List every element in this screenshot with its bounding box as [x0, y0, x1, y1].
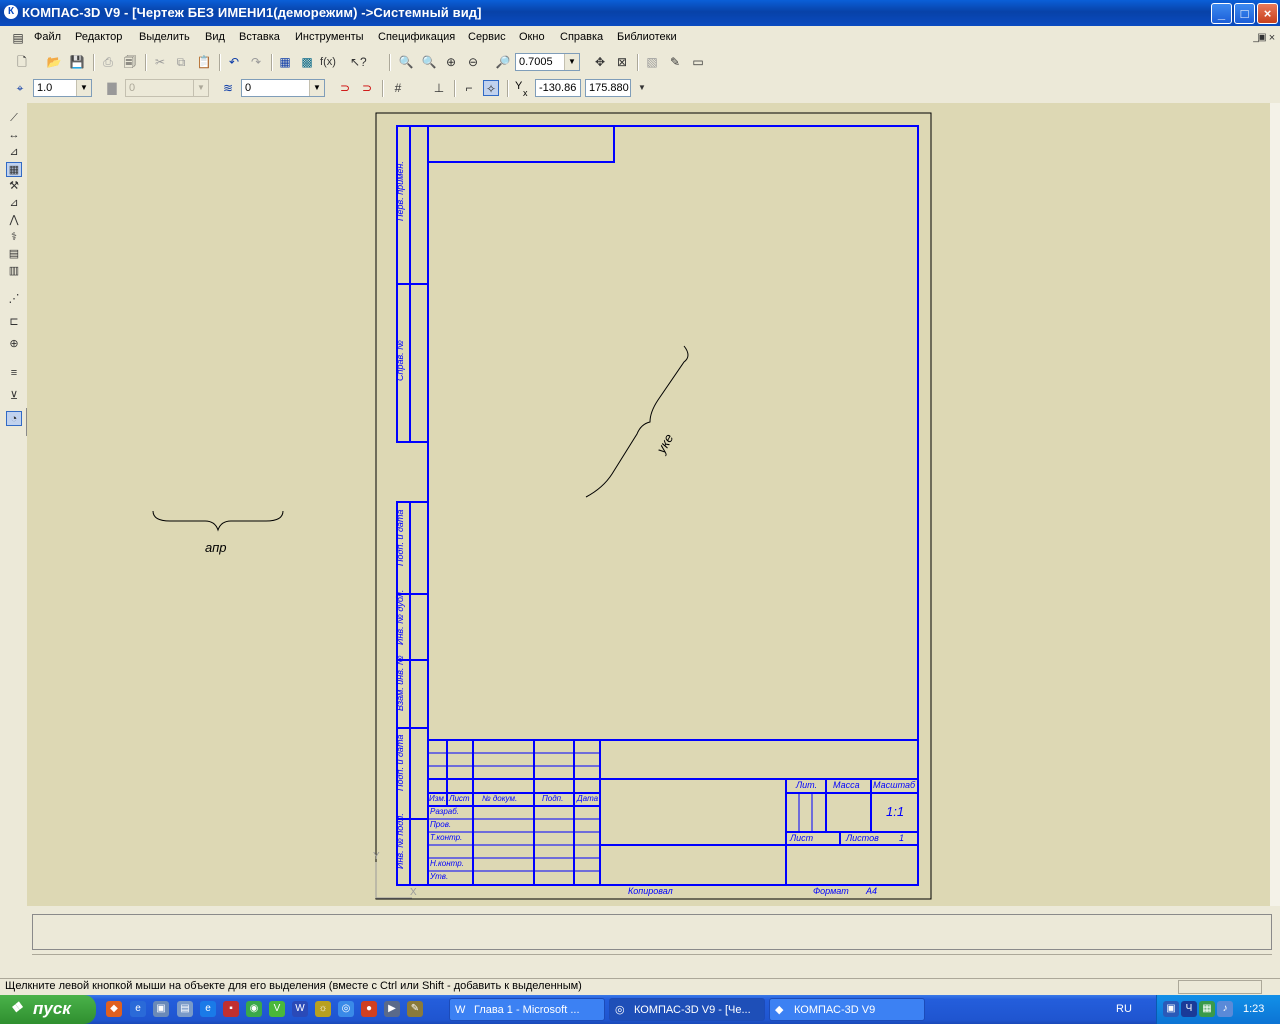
- kompas-book-icon: ◆: [775, 1004, 784, 1016]
- properties-field[interactable]: [32, 914, 1272, 950]
- axis-x-label: X: [410, 887, 417, 898]
- quicklaunch-explorer-icon[interactable]: ▣: [153, 1001, 169, 1017]
- tb-sheet: Лист: [790, 833, 814, 843]
- annotation-brace[interactable]: апр: [205, 540, 226, 555]
- tray-speaker-icon[interactable]: ♪: [1217, 1001, 1233, 1017]
- tray-keyboard-icon[interactable]: Ч: [1181, 1001, 1197, 1017]
- tb-sheets-value: 1: [899, 833, 905, 843]
- task-word[interactable]: W Глава 1 - Microsoft ...: [449, 998, 605, 1021]
- label-format: Формат: [813, 886, 849, 896]
- tb-nkontr: Н.контр.: [430, 859, 464, 868]
- tb-lit: Лит.: [796, 780, 818, 790]
- quicklaunch-sun-icon[interactable]: ☼: [315, 1001, 331, 1017]
- tray-network-icon[interactable]: ▣: [1163, 1001, 1179, 1017]
- tb-sheets: Листов: [846, 833, 879, 843]
- drawing-frame: [427, 125, 919, 886]
- system-tray: ▣ Ч ▦ ♪ 1:23: [1156, 995, 1280, 1024]
- tb-prov: Пров.: [430, 820, 452, 829]
- tb-podp: Подп.: [542, 794, 564, 803]
- tb-razrab: Разраб.: [430, 807, 459, 816]
- tb-masshtab: Масштаб: [873, 780, 916, 790]
- tb-massa: Масса: [833, 780, 860, 790]
- label-kopiroval: Копировал: [628, 886, 673, 896]
- task-kompas-label: КОМПАС-3D V9: [794, 1004, 876, 1016]
- label-podp-data-2: Подп. и дата: [395, 735, 411, 791]
- start-button[interactable]: ❖ пуск: [0, 995, 96, 1024]
- language-indicator[interactable]: RU: [1116, 1003, 1132, 1015]
- quicklaunch-browser-icon[interactable]: e: [200, 1001, 216, 1017]
- tb-tkontr: Т.контр.: [430, 833, 463, 842]
- tb-data: Дата: [577, 794, 599, 803]
- label-format-value: A4: [866, 886, 878, 896]
- tb-utv: Утв.: [430, 872, 449, 881]
- kompas-icon: ◎: [615, 1004, 625, 1016]
- tb-izm: Изм.: [429, 794, 447, 803]
- label-inv-podl: Инв. № подл.: [395, 813, 411, 869]
- status-text: Щелкните левой кнопкой мыши на объекте д…: [5, 980, 582, 992]
- task-word-label: Глава 1 - Microsoft ...: [474, 1004, 580, 1016]
- horizontal-brace: [152, 510, 284, 532]
- tray-monitor-icon[interactable]: ▦: [1199, 1001, 1215, 1017]
- panel-divider: [32, 954, 1272, 973]
- quicklaunch-media-icon[interactable]: ▶: [384, 1001, 400, 1017]
- start-label: пуск: [33, 999, 71, 1018]
- drawing-svg: [152, 112, 932, 900]
- title-block: [428, 739, 918, 885]
- windows-logo-icon: ❖: [10, 999, 23, 1015]
- label-inv-dubl: Инв. № дубл.: [395, 590, 411, 645]
- task-kompas-active-label: КОМПАС-3D V9 - [Че...: [634, 1004, 751, 1016]
- quicklaunch-tool-icon[interactable]: ✎: [407, 1001, 423, 1017]
- label-vzam-inv: Взам. инв. №: [395, 655, 411, 711]
- properties-panel: [0, 906, 1280, 978]
- task-kompas[interactable]: ◆ КОМПАС-3D V9: [769, 998, 925, 1021]
- status-panel: [1178, 980, 1262, 994]
- quicklaunch-ie-icon[interactable]: e: [130, 1001, 146, 1017]
- quicklaunch-doc-icon[interactable]: ▤: [177, 1001, 193, 1017]
- status-bar: Щелкните левой кнопкой мыши на объекте д…: [0, 978, 1280, 996]
- axis-y-label: Y: [373, 851, 380, 862]
- tb-scale-value: 1:1: [886, 804, 905, 819]
- quicklaunch-search-icon[interactable]: ◎: [338, 1001, 354, 1017]
- clock: 1:23: [1243, 1003, 1265, 1015]
- quicklaunch-word-icon[interactable]: W: [292, 1001, 308, 1017]
- quicklaunch-opera-icon[interactable]: ●: [361, 1001, 377, 1017]
- quicklaunch-fish-icon[interactable]: ◆: [106, 1001, 122, 1017]
- quicklaunch-disk-icon[interactable]: ▪: [223, 1001, 239, 1017]
- label-podp-data-1: Подп. и дата: [395, 510, 411, 566]
- task-kompas-active[interactable]: ◎ КОМПАС-3D V9 - [Че...: [609, 998, 765, 1021]
- top-left-box: [427, 125, 615, 163]
- quicklaunch-v-icon[interactable]: V: [269, 1001, 285, 1017]
- label-perv-primen: Перв. примен.: [395, 161, 411, 221]
- quicklaunch-globe-icon[interactable]: ◉: [246, 1001, 262, 1017]
- tb-no-dokum: № докум.: [482, 794, 518, 803]
- diagonal-brace: [585, 345, 689, 498]
- label-sprav-no: Справ. №: [395, 340, 405, 381]
- word-icon: W: [455, 1004, 466, 1016]
- tb-list: Лист: [449, 794, 470, 803]
